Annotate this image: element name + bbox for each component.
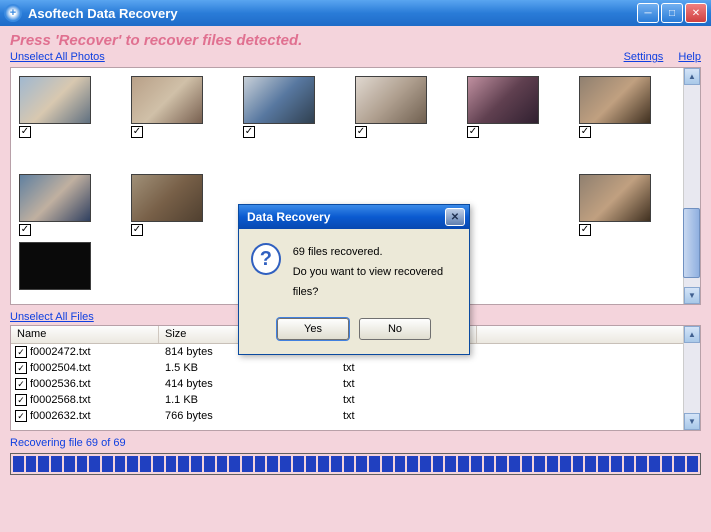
app-icon: +	[4, 4, 22, 22]
progress-label: Recovering file 69 of 69	[10, 437, 701, 449]
maximize-button[interactable]: □	[661, 3, 683, 23]
file-size: 414 bytes	[159, 378, 337, 390]
file-row[interactable]: ✓f0002536.txt 414 bytes txt	[11, 376, 700, 392]
close-button[interactable]: ✕	[685, 3, 707, 23]
dialog-close-button[interactable]: ✕	[445, 208, 465, 226]
thumbnail-image	[355, 76, 427, 124]
dialog-title: Data Recovery	[243, 210, 445, 224]
photo-thumbnail[interactable]: ✓	[131, 76, 203, 138]
scroll-down-button[interactable]: ▼	[684, 413, 700, 430]
file-name: f0002536.txt	[30, 378, 91, 390]
photo-thumbnail[interactable]: ✓	[131, 174, 203, 236]
photo-thumbnail[interactable]: ✓	[355, 76, 427, 138]
thumbnail-image	[19, 76, 91, 124]
file-name: f0002504.txt	[30, 362, 91, 374]
photo-thumbnail[interactable]: ✓	[243, 76, 315, 138]
titlebar: + Asoftech Data Recovery ─ □ ✕	[0, 0, 711, 26]
thumbnails-scrollbar[interactable]: ▲ ▼	[683, 68, 700, 304]
file-row[interactable]: ✓f0002632.txt 766 bytes txt	[11, 408, 700, 424]
thumbnail-image	[19, 242, 91, 290]
photo-thumbnail[interactable]: ✓	[19, 174, 91, 236]
photo-thumbnail[interactable]: ✓	[19, 76, 91, 138]
minimize-button[interactable]: ─	[637, 3, 659, 23]
thumbnail-image	[19, 174, 91, 222]
thumbnail-checkbox[interactable]: ✓	[579, 224, 591, 236]
thumbnail-checkbox[interactable]: ✓	[579, 126, 591, 138]
thumbnail-checkbox[interactable]: ✓	[243, 126, 255, 138]
column-header-blank	[477, 326, 700, 343]
file-name: f0002472.txt	[30, 346, 91, 358]
toolbar-links: Unselect All Photos Settings Help	[10, 51, 701, 63]
recovery-dialog: Data Recovery ✕ ? 69 files recovered. Do…	[238, 204, 470, 355]
file-extension: txt	[337, 394, 477, 406]
file-checkbox[interactable]: ✓	[15, 362, 27, 374]
settings-link[interactable]: Settings	[624, 51, 664, 63]
no-button[interactable]: No	[359, 318, 431, 340]
files-scrollbar[interactable]: ▲ ▼	[683, 326, 700, 430]
photo-thumbnail[interactable]: ✓	[579, 174, 651, 236]
dialog-line2: Do you want to view recovered files?	[293, 263, 457, 303]
dialog-message: 69 files recovered. Do you want to view …	[293, 243, 457, 302]
scroll-up-button[interactable]: ▲	[684, 326, 700, 343]
unselect-files-link[interactable]: Unselect All Files	[10, 311, 94, 323]
thumbnail-checkbox[interactable]: ✓	[467, 126, 479, 138]
file-extension: txt	[337, 362, 477, 374]
thumbnail-image	[243, 76, 315, 124]
thumbnail-image	[131, 76, 203, 124]
files-body: ✓f0002472.txt 814 bytes txt ✓f0002504.tx…	[11, 344, 700, 424]
question-icon: ?	[251, 243, 281, 275]
thumbnail-checkbox[interactable]: ✓	[19, 126, 31, 138]
thumbnail-checkbox[interactable]: ✓	[131, 224, 143, 236]
file-name: f0002632.txt	[30, 410, 91, 422]
thumbnail-image	[131, 174, 203, 222]
thumbnail-checkbox[interactable]: ✓	[19, 224, 31, 236]
file-extension: txt	[337, 378, 477, 390]
thumbnail-checkbox[interactable]: ✓	[131, 126, 143, 138]
scroll-down-button[interactable]: ▼	[684, 287, 700, 304]
file-size: 1.5 KB	[159, 362, 337, 374]
file-size: 1.1 KB	[159, 394, 337, 406]
photo-thumbnail[interactable]: ✓	[579, 76, 651, 138]
file-extension: txt	[337, 410, 477, 422]
dialog-line1: 69 files recovered.	[293, 243, 457, 263]
file-row[interactable]: ✓f0002504.txt 1.5 KB txt	[11, 360, 700, 376]
file-checkbox[interactable]: ✓	[15, 346, 27, 358]
photo-thumbnail[interactable]	[19, 242, 91, 290]
file-name: f0002568.txt	[30, 394, 91, 406]
file-size: 766 bytes	[159, 410, 337, 422]
dialog-titlebar: Data Recovery ✕	[239, 205, 469, 229]
instruction-text: Press 'Recover' to recover files detecte…	[10, 32, 701, 49]
thumbnail-image	[579, 174, 651, 222]
progress-bar	[10, 453, 701, 475]
window-title: Asoftech Data Recovery	[28, 6, 637, 21]
thumbnail-image	[579, 76, 651, 124]
yes-button[interactable]: Yes	[277, 318, 349, 340]
file-row[interactable]: ✓f0002568.txt 1.1 KB txt	[11, 392, 700, 408]
help-link[interactable]: Help	[678, 51, 701, 63]
photo-thumbnail[interactable]: ✓	[467, 76, 539, 138]
unselect-photos-link[interactable]: Unselect All Photos	[10, 51, 105, 63]
column-header-name[interactable]: Name	[11, 326, 159, 343]
scroll-thumb[interactable]	[683, 208, 700, 278]
thumbnail-checkbox[interactable]: ✓	[355, 126, 367, 138]
file-checkbox[interactable]: ✓	[15, 410, 27, 422]
file-checkbox[interactable]: ✓	[15, 394, 27, 406]
thumbnail-image	[467, 76, 539, 124]
scroll-up-button[interactable]: ▲	[684, 68, 700, 85]
file-checkbox[interactable]: ✓	[15, 378, 27, 390]
